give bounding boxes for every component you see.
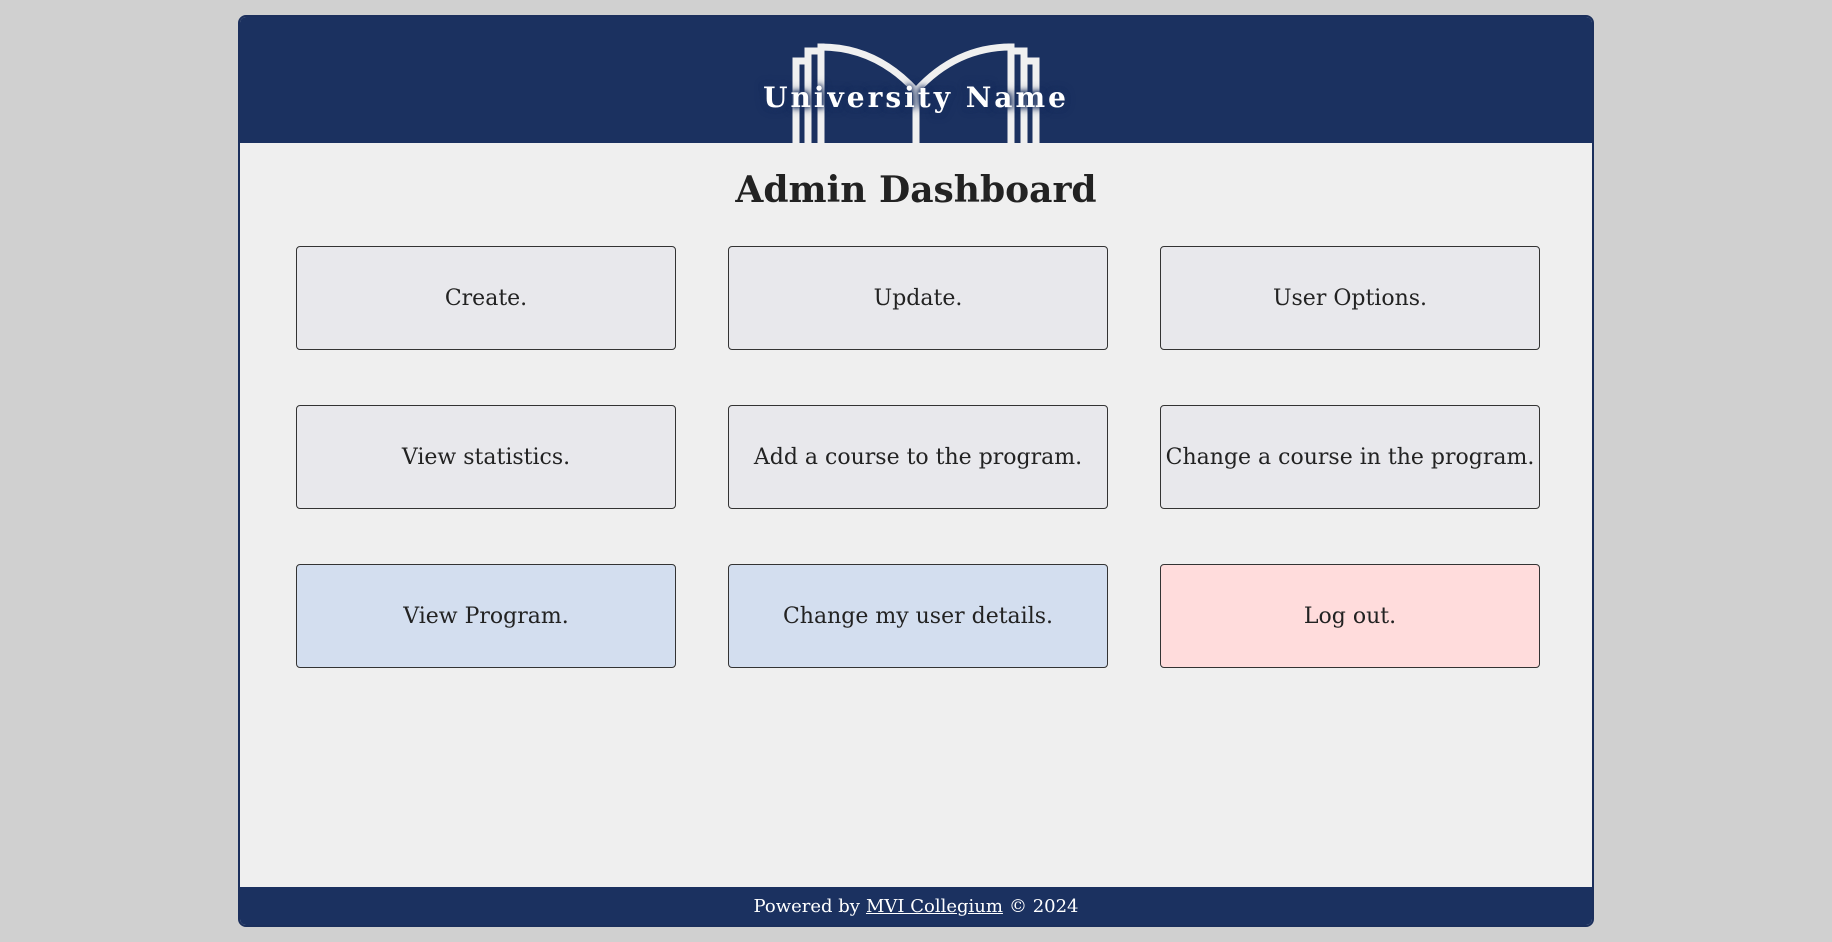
user-options-button[interactable]: User Options. xyxy=(1160,246,1540,350)
view-program-button[interactable]: View Program. xyxy=(296,564,676,668)
dashboard-grid: Create. Update. User Options. View stati… xyxy=(296,246,1542,668)
create-button[interactable]: Create. xyxy=(296,246,676,350)
update-button[interactable]: Update. xyxy=(728,246,1108,350)
university-logo: University Name xyxy=(756,17,1076,143)
change-course-button[interactable]: Change a course in the program. xyxy=(1160,405,1540,509)
university-building-icon xyxy=(792,43,1040,143)
footer: Powered by MVI Collegium © 2024 xyxy=(240,887,1592,925)
logout-button[interactable]: Log out. xyxy=(1160,564,1540,668)
header-banner: University Name xyxy=(240,17,1592,143)
add-course-button[interactable]: Add a course to the program. xyxy=(728,405,1108,509)
app-frame: University Name Admin Dashboard Create. … xyxy=(238,15,1594,927)
footer-prefix: Powered by xyxy=(753,895,860,917)
page-title: Admin Dashboard xyxy=(735,169,1097,211)
view-statistics-button[interactable]: View statistics. xyxy=(296,405,676,509)
change-user-details-button[interactable]: Change my user details. xyxy=(728,564,1108,668)
footer-copyright: © 2024 xyxy=(1008,895,1079,917)
logo-text: University Name xyxy=(763,81,1069,114)
footer-link[interactable]: MVI Collegium xyxy=(866,896,1003,917)
